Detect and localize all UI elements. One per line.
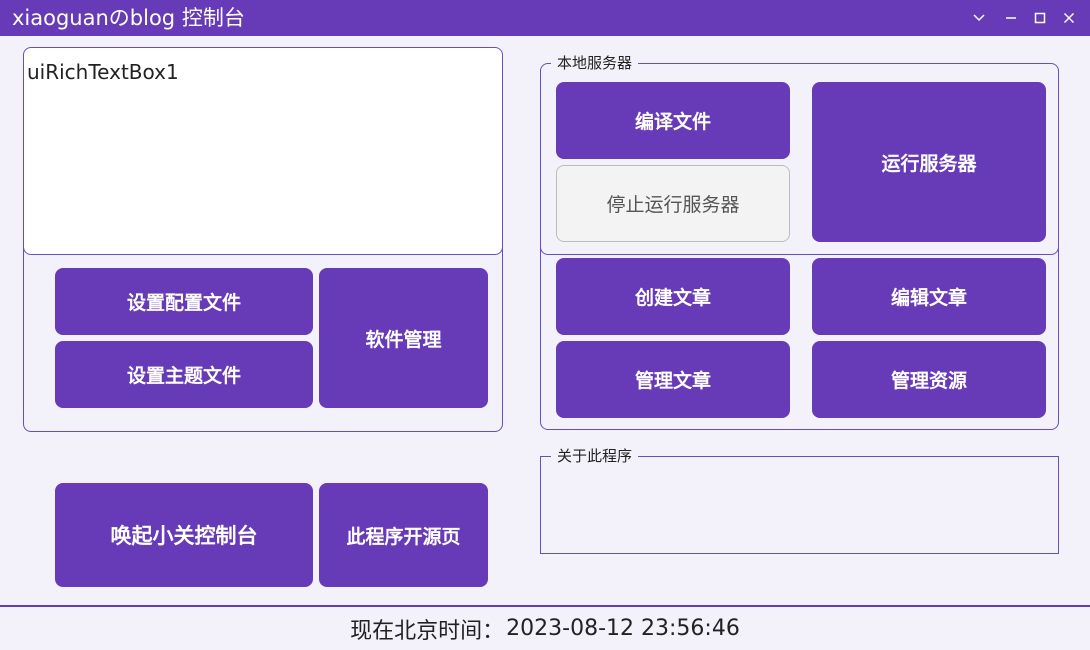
- chevron-down-icon[interactable]: [967, 6, 991, 30]
- time-label: 现在北京时间：: [350, 618, 505, 644]
- maximize-icon[interactable]: [1028, 6, 1052, 30]
- about-legend: 关于此程序: [551, 446, 639, 466]
- close-icon[interactable]: [1057, 6, 1081, 30]
- compile-files-button[interactable]: 编译文件: [556, 82, 790, 159]
- local-server-legend: 本地服务器: [551, 53, 639, 73]
- create-article-button[interactable]: 创建文章: [556, 258, 790, 335]
- rich-text-content: uiRichTextBox1: [27, 60, 179, 84]
- launch-console-button[interactable]: 唤起小关控制台: [55, 483, 313, 587]
- edit-article-button[interactable]: 编辑文章: [812, 258, 1046, 335]
- rich-text-box[interactable]: uiRichTextBox1: [23, 47, 503, 255]
- title-bar: xiaoguanのblog 控制台: [0, 0, 1090, 36]
- current-time: 2023-08-12 23:56:46: [506, 616, 740, 641]
- run-server-button[interactable]: 运行服务器: [812, 82, 1046, 242]
- manage-articles-button[interactable]: 管理文章: [556, 341, 790, 418]
- minimize-icon[interactable]: [999, 6, 1023, 30]
- open-source-page-button[interactable]: 此程序开源页: [319, 483, 488, 587]
- software-management-button[interactable]: 软件管理: [319, 268, 488, 408]
- about-group: 关于此程序: [540, 446, 1059, 554]
- window-title: xiaoguanのblog 控制台: [12, 6, 245, 30]
- manage-resources-button[interactable]: 管理资源: [812, 341, 1046, 418]
- stop-server-button[interactable]: 停止运行服务器: [556, 165, 790, 242]
- set-theme-button[interactable]: 设置主题文件: [55, 341, 313, 408]
- status-bar: 现在北京时间： 2023-08-12 23:56:46: [0, 605, 1090, 650]
- set-config-button[interactable]: 设置配置文件: [55, 268, 313, 335]
